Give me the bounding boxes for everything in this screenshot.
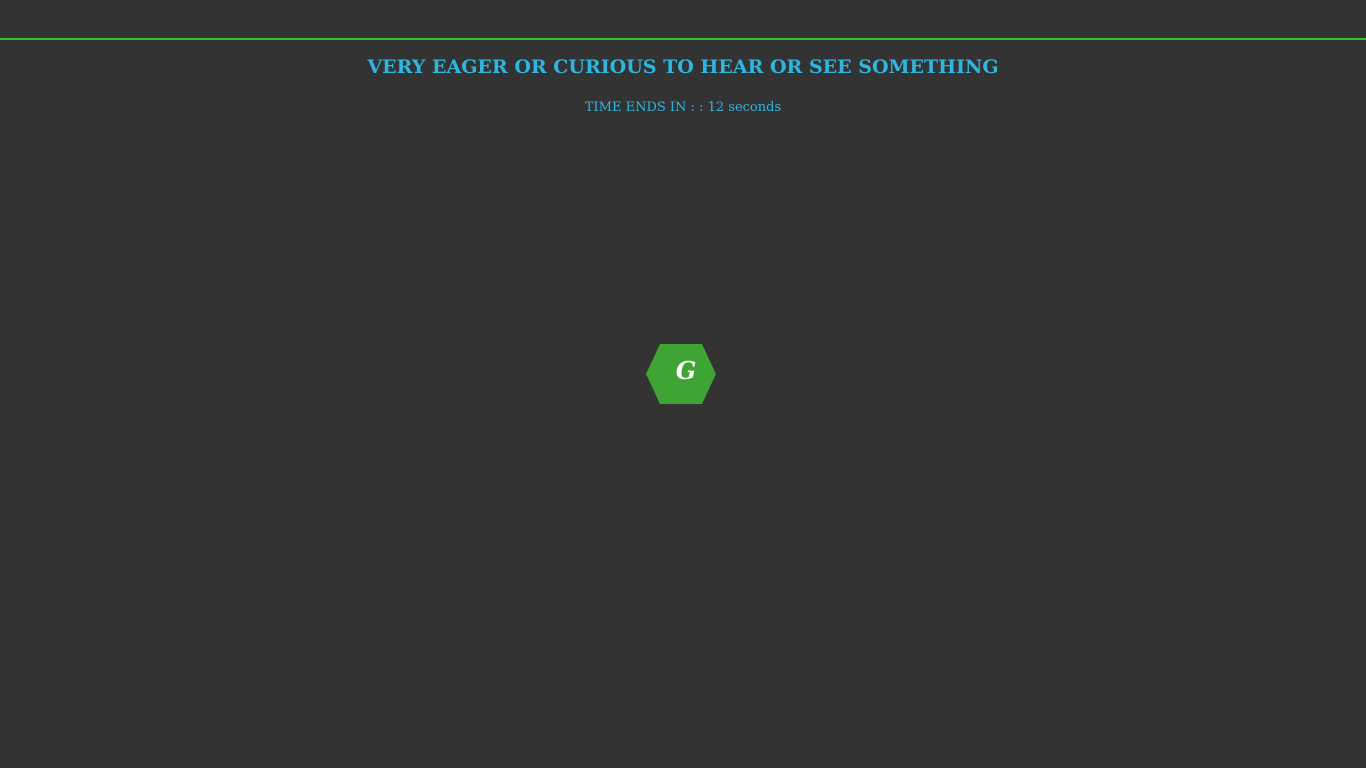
top-divider [0, 38, 1366, 40]
game-screen: VERY EAGER OR CURIOUS TO HEAR OR SEE SOM… [0, 0, 1366, 768]
tile-letter: G [675, 355, 697, 385]
countdown-timer: TIME ENDS IN : : 12 seconds [0, 100, 1366, 115]
letter-tile[interactable]: G [646, 344, 716, 404]
clue-text: VERY EAGER OR CURIOUS TO HEAR OR SEE SOM… [367, 56, 999, 78]
timer-value: 12 [707, 100, 725, 115]
timer-unit: seconds [724, 100, 782, 115]
timer-label: TIME ENDS IN : : [584, 100, 708, 115]
